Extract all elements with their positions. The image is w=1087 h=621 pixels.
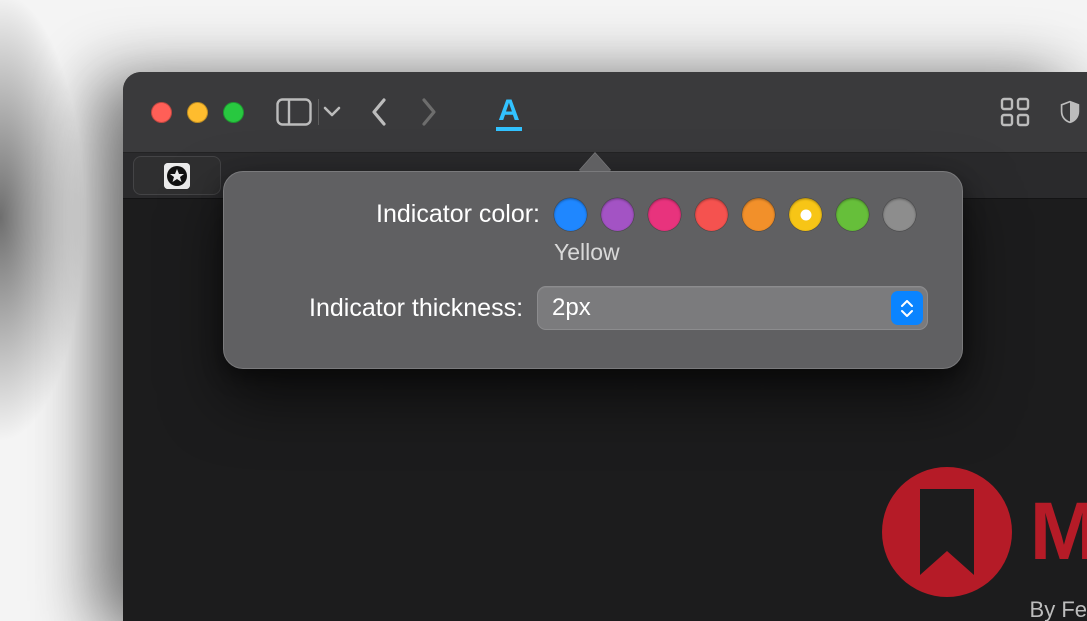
nav-back-button[interactable] <box>359 92 399 132</box>
indicator-settings-popover: Indicator color: Yellow Indicator thickn… <box>223 153 963 369</box>
window-zoom-button[interactable] <box>223 102 244 123</box>
color-swatch-pink[interactable] <box>648 198 681 231</box>
color-swatch-red[interactable] <box>695 198 728 231</box>
indicator-style-glyph: A <box>498 94 520 128</box>
indicator-thickness-label: Indicator thickness: <box>258 294 537 323</box>
brand-initial: M <box>1030 485 1087 579</box>
window-traffic-lights <box>151 102 244 123</box>
sidebar-menu-chevron-icon[interactable] <box>323 106 341 118</box>
color-swatch-green[interactable] <box>836 198 869 231</box>
page-brand: M <box>882 467 1087 597</box>
shield-icon[interactable] <box>1059 94 1081 130</box>
browser-tab[interactable] <box>133 156 221 195</box>
indicator-style-underline <box>496 127 522 131</box>
select-stepper-icon <box>891 291 923 325</box>
tab-favicon-star-icon <box>164 163 190 189</box>
sidebar-toggle-button[interactable] <box>276 98 312 126</box>
toolbar-right-group <box>999 72 1087 152</box>
thickness-value: 2px <box>552 294 591 322</box>
color-swatch-blue[interactable] <box>554 198 587 231</box>
indicator-style-button[interactable]: A <box>487 90 531 134</box>
window-minimize-button[interactable] <box>187 102 208 123</box>
app-window: A <box>123 72 1087 621</box>
window-close-button[interactable] <box>151 102 172 123</box>
grid-view-icon[interactable] <box>999 96 1031 128</box>
window-toolbar: A <box>123 72 1087 152</box>
color-swatch-yellow[interactable] <box>789 198 822 231</box>
selected-color-name: Yellow <box>554 239 928 266</box>
nav-forward-button[interactable] <box>409 92 449 132</box>
color-swatch-orange[interactable] <box>742 198 775 231</box>
sidebar-toggle-group <box>276 98 341 126</box>
popover-arrow <box>579 153 611 171</box>
indicator-color-label: Indicator color: <box>258 198 554 229</box>
color-swatch-graphite[interactable] <box>883 198 916 231</box>
brand-byline: By Fe <box>1030 597 1087 621</box>
brand-logo-bookmark-icon <box>882 467 1012 597</box>
window-drop-shadow <box>0 0 135 621</box>
color-swatch-purple[interactable] <box>601 198 634 231</box>
thickness-select[interactable]: 2px <box>537 286 928 330</box>
color-swatch-row <box>554 198 916 231</box>
toolbar-divider <box>318 99 319 125</box>
